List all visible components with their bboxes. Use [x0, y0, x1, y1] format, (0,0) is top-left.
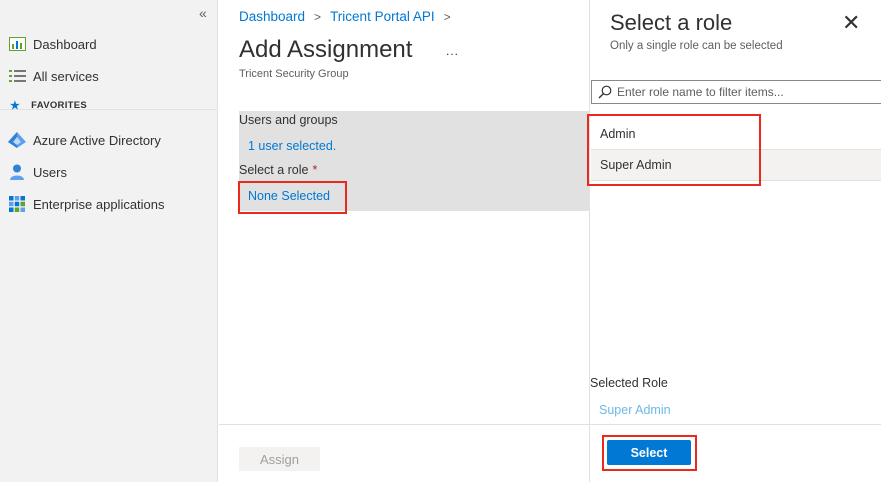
- dashboard-icon: [8, 36, 26, 52]
- portal-screen: « Dashboard All services ★ FAVORITES Azu…: [0, 0, 881, 482]
- page-title: Add Assignment: [239, 36, 413, 63]
- sidebar-item-label: Azure Active Directory: [33, 132, 161, 148]
- select-role-panel: Select a role Only a single role can be …: [587, 0, 881, 482]
- sidebar-item-enterprise-applications[interactable]: Enterprise applications: [8, 193, 165, 215]
- sidebar-item-users[interactable]: Users: [8, 161, 67, 183]
- assign-button[interactable]: Assign: [239, 447, 320, 471]
- sidebar-item-dashboard[interactable]: Dashboard: [8, 33, 97, 55]
- highlight-box: [602, 435, 697, 471]
- collapse-sidebar-icon[interactable]: «: [199, 5, 207, 21]
- close-icon[interactable]: ✕: [842, 10, 860, 36]
- breadcrumb-separator: >: [314, 9, 322, 24]
- divider: [219, 424, 589, 425]
- users-groups-label: Users and groups: [239, 113, 338, 127]
- breadcrumb-separator: >: [443, 9, 451, 24]
- apps-grid-icon: [8, 196, 26, 212]
- breadcrumb: Dashboard > Tricent Portal API >: [239, 9, 460, 24]
- list-icon: [8, 68, 26, 84]
- breadcrumb-app-link[interactable]: Tricent Portal API: [330, 9, 435, 24]
- sidebar-item-label: All services: [33, 68, 99, 84]
- sidebar-item-azure-active-directory[interactable]: Azure Active Directory: [8, 129, 161, 151]
- star-icon: ★: [10, 100, 21, 112]
- add-assignment-blade: Dashboard > Tricent Portal API > Add Ass…: [219, 0, 589, 482]
- sidebar-item-label: Enterprise applications: [33, 196, 165, 212]
- aad-icon: [8, 132, 26, 148]
- sidebar: « Dashboard All services ★ FAVORITES Azu…: [0, 0, 218, 482]
- divider: [590, 424, 881, 425]
- selected-role-label: Selected Role: [590, 376, 668, 390]
- panel-title: Select a role: [610, 10, 733, 35]
- filter-placeholder: Enter role name to filter items...: [617, 85, 784, 99]
- select-role-text: Select a role: [239, 163, 309, 177]
- selected-role-value: Super Admin: [599, 403, 671, 417]
- required-marker: *: [312, 163, 318, 177]
- page-subtitle: Tricent Security Group: [239, 68, 349, 80]
- highlight-box: [238, 181, 347, 214]
- role-filter-input[interactable]: Enter role name to filter items...: [591, 80, 881, 104]
- breadcrumb-dashboard-link[interactable]: Dashboard: [239, 9, 305, 24]
- sidebar-item-label: Users: [33, 164, 67, 180]
- users-selected-link[interactable]: 1 user selected.: [248, 139, 336, 153]
- panel-subtitle: Only a single role can be selected: [610, 40, 783, 52]
- favorites-header: ★ FAVORITES: [10, 99, 87, 112]
- sidebar-item-label: Dashboard: [33, 36, 97, 52]
- search-icon: [598, 85, 612, 99]
- user-icon: [8, 164, 26, 180]
- more-options-button[interactable]: ...: [446, 44, 459, 58]
- highlight-box: [587, 114, 761, 186]
- favorites-label: FAVORITES: [31, 100, 88, 111]
- sidebar-item-all-services[interactable]: All services: [8, 65, 99, 87]
- select-role-label: Select a role *: [239, 163, 317, 177]
